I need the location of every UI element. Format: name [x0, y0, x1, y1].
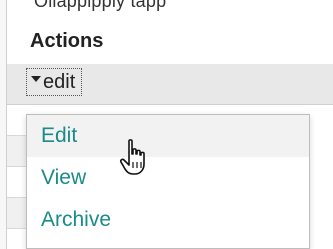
- panel-left-edge: [0, 0, 7, 249]
- actions-dropdown-menu: Edit View Archive: [26, 114, 310, 249]
- menu-item-edit[interactable]: Edit: [27, 115, 309, 157]
- table-row: edit: [7, 64, 333, 105]
- actions-column-header: Actions: [30, 30, 104, 52]
- caret-down-icon: [31, 76, 41, 82]
- hand-pointer-icon: [119, 139, 145, 175]
- menu-item-archive[interactable]: Archive: [27, 199, 309, 241]
- cropped-text-top: Ollapplpply tapp: [34, 0, 167, 11]
- menu-item-view[interactable]: View: [27, 157, 309, 199]
- table-header-row: Actions: [7, 22, 333, 65]
- actions-select[interactable]: edit: [26, 68, 83, 96]
- actions-select-value: edit: [43, 71, 76, 93]
